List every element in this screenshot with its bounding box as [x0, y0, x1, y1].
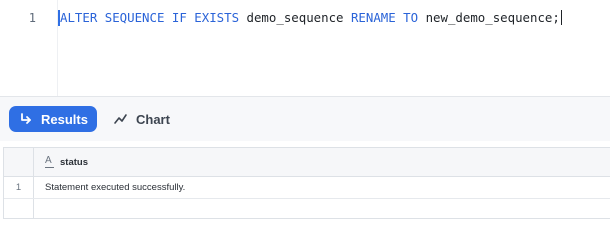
code-line[interactable]: ALTER SEQUENCE IF EXISTS demo_sequence R…: [60, 9, 562, 27]
column-header-status[interactable]: A status: [34, 148, 610, 176]
grid-header-row: A status: [4, 148, 610, 177]
tab-results-label: Results: [41, 111, 88, 127]
row-index: 1: [4, 177, 34, 198]
identifier-token: demo_sequence: [246, 10, 344, 25]
keyword-token: RENAME TO: [350, 10, 419, 25]
tab-results[interactable]: Results: [9, 106, 97, 132]
line-number: 1: [28, 11, 36, 25]
text-cursor: [560, 10, 562, 25]
return-arrow-icon: [19, 112, 33, 126]
sql-editor[interactable]: 1 ALTER SEQUENCE IF EXISTS demo_sequence…: [0, 0, 610, 96]
tab-chart[interactable]: Chart: [113, 106, 170, 132]
cell-value: Statement executed successfully.: [45, 182, 186, 193]
text-type-icon: A: [45, 156, 54, 168]
identifier-token: new_demo_sequence;: [425, 10, 560, 25]
column-header-label: status: [60, 156, 88, 168]
line-gutter: 1: [0, 0, 58, 96]
row-index-header: [4, 148, 34, 176]
table-row[interactable]: 1 Statement executed successfully.: [4, 177, 610, 199]
results-grid: A status 1 Statement executed successful…: [3, 147, 610, 219]
row-index-empty: [4, 199, 34, 219]
keyword-token: ALTER SEQUENCE IF EXISTS: [60, 10, 240, 25]
results-tab-bar: Results Chart: [0, 96, 610, 141]
empty-row: [4, 199, 610, 219]
empty-cell: [34, 199, 610, 219]
line-chart-icon: [113, 112, 128, 126]
status-cell[interactable]: Statement executed successfully.: [34, 177, 610, 198]
tab-chart-label: Chart: [136, 111, 170, 127]
